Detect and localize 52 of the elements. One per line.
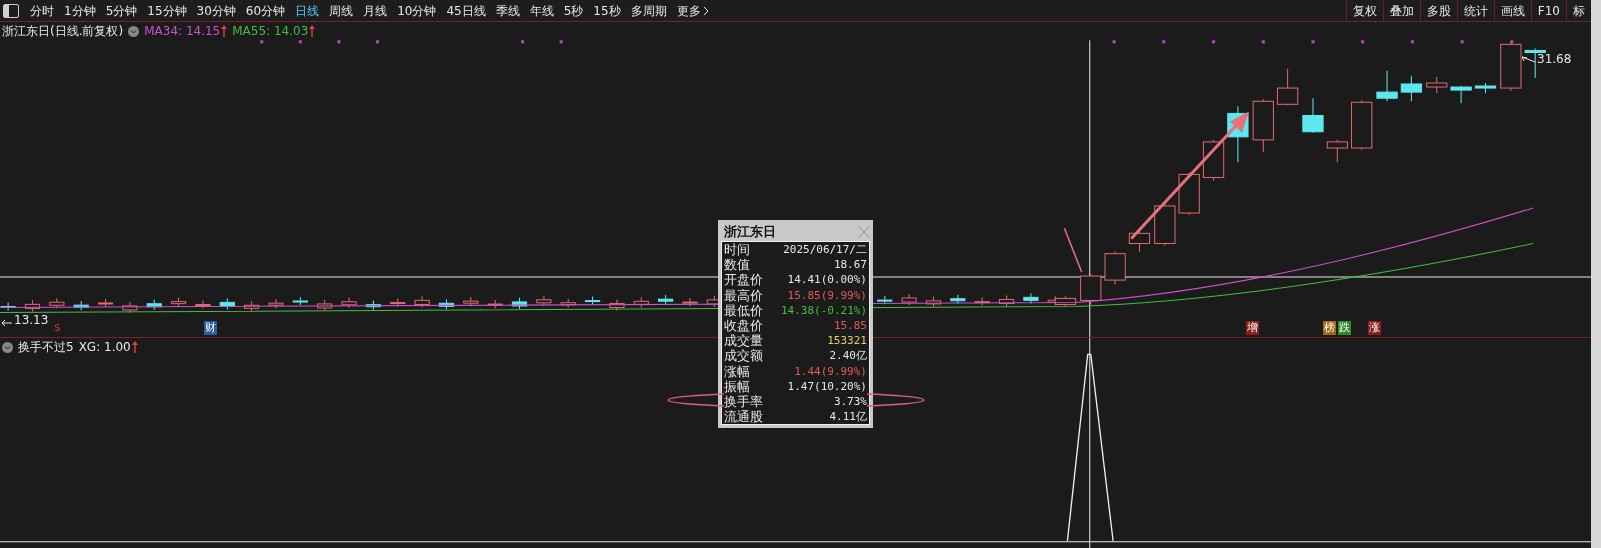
- period-tab[interactable]: 5秒: [558, 0, 589, 21]
- field-label: 开盘价: [724, 272, 763, 288]
- period-tab[interactable]: 60分钟: [240, 0, 291, 21]
- field-label: 成交额: [724, 348, 763, 364]
- signal-marker: $: [53, 321, 62, 335]
- field-label: 流通股: [724, 409, 763, 425]
- chevron-down-icon[interactable]: [128, 25, 140, 37]
- moving-average-label: MA34: 14.15: [144, 24, 221, 38]
- period-tab[interactable]: 周线: [324, 0, 359, 21]
- up-arrow-icon: [131, 341, 138, 353]
- arrow-left-icon: [1522, 56, 1536, 64]
- chart-title: 浙江东日(日线.前复权): [2, 22, 124, 40]
- arrow-left-icon: [2, 319, 12, 327]
- period-tab[interactable]: 1分钟: [59, 0, 101, 21]
- chevron-right-icon[interactable]: [702, 5, 710, 16]
- period-tab[interactable]: 多周期: [625, 0, 672, 21]
- period-tab[interactable]: 季线: [490, 0, 525, 21]
- period-tab[interactable]: 年线: [524, 0, 559, 21]
- up-arrow-icon: [309, 25, 316, 37]
- signal-marker: 财: [204, 321, 217, 335]
- low-price-label: 13.13: [14, 313, 49, 327]
- chevron-down-icon[interactable]: [2, 341, 13, 353]
- toolbar-button[interactable]: 叠加: [1382, 0, 1420, 21]
- signal-marker: 涨: [1368, 321, 1381, 335]
- signal-marker: 榜: [1323, 321, 1336, 335]
- tooltip-title: 浙江东日: [724, 222, 776, 241]
- up-arrow-icon: [221, 25, 228, 37]
- field-label: 成交量: [724, 333, 763, 349]
- signal-marker: 增: [1246, 321, 1259, 335]
- period-tab[interactable]: 月线: [358, 0, 393, 21]
- toolbar-button[interactable]: 画线: [1493, 0, 1531, 21]
- period-tab[interactable]: 30分钟: [191, 0, 241, 21]
- panel-toggle-icon[interactable]: [3, 4, 19, 18]
- indicator-value: XG: 1.00: [78, 340, 131, 354]
- toolbar-button[interactable]: 统计: [1456, 0, 1494, 21]
- signal-marker: 跌: [1338, 321, 1351, 335]
- period-tab[interactable]: 5分钟: [100, 0, 143, 21]
- period-tab[interactable]: 15秒: [588, 0, 626, 21]
- indicator-name: 换手不过5: [18, 338, 74, 356]
- period-tab[interactable]: 分时: [25, 0, 59, 21]
- more-menu[interactable]: 更多: [671, 0, 703, 21]
- period-tab[interactable]: 45日线: [441, 0, 491, 21]
- high-price-label: 31.68: [1537, 52, 1572, 66]
- toolbar-button[interactable]: 标: [1566, 0, 1591, 21]
- toolbar-button[interactable]: 多股: [1419, 0, 1457, 21]
- toolbar-button[interactable]: 复权: [1345, 0, 1383, 21]
- toolbar-button[interactable]: F10: [1530, 0, 1566, 21]
- period-tab[interactable]: 10分钟: [392, 0, 442, 21]
- period-tab[interactable]: 日线: [290, 0, 325, 21]
- period-tab[interactable]: 15分钟: [142, 0, 192, 21]
- moving-average-label: MA55: 14.03: [232, 24, 309, 38]
- annotation-line: [1063, 227, 1083, 273]
